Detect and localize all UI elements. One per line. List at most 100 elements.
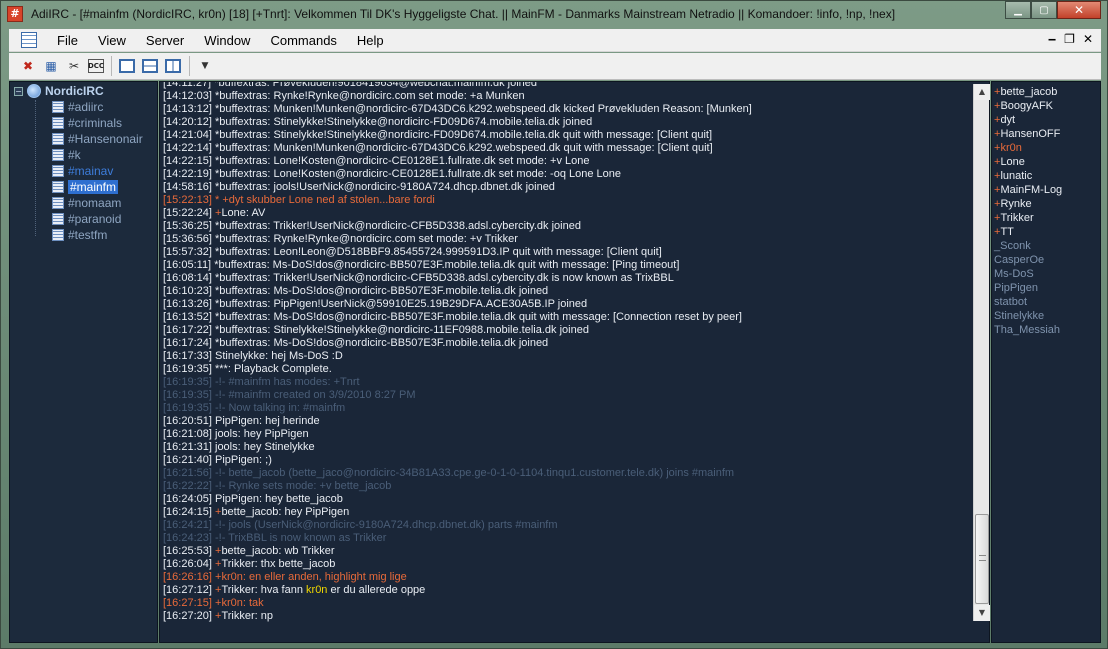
nick-label[interactable]: jools <box>215 428 238 440</box>
nicklist-item[interactable]: _Sconk <box>992 239 1100 253</box>
tree-channel-item[interactable]: #k <box>52 147 157 163</box>
nick-label[interactable]: +kr0n <box>215 571 243 583</box>
nicklist-item[interactable]: CasperOe <box>992 253 1100 267</box>
nick-label[interactable]: +Trikker <box>215 558 255 570</box>
scroll-up-icon[interactable]: ▲ <box>974 84 990 100</box>
chat-buffer[interactable]: [14:11:27] *buffextras: Prøvekluden!9018… <box>159 81 990 643</box>
nicklist-item[interactable]: +dyt <box>992 113 1100 127</box>
nick-label[interactable]: jools <box>215 441 238 453</box>
minimize-button[interactable]: ▁ <box>1005 1 1031 19</box>
nick-label[interactable]: PipPigen <box>215 454 259 466</box>
nicklist-item[interactable]: +Trikker <box>992 211 1100 225</box>
timestamp: [16:24:15] <box>163 506 212 518</box>
chat-line: [16:26:16] +kr0n: en eller anden, highli… <box>163 571 973 584</box>
tile-vertical-icon[interactable] <box>164 57 182 75</box>
timestamp: [16:21:56] <box>163 467 212 479</box>
menu-server[interactable]: Server <box>136 29 194 52</box>
toolbar: ✖ ▦ ✂ DCC ▼ <box>9 53 1101 80</box>
message-text: hey PipPigen <box>284 506 350 518</box>
menu-file[interactable]: File <box>47 29 88 52</box>
tree-network-nordicirc[interactable]: − NordicIRC <box>10 83 157 99</box>
nick-name: BoogyAFK <box>1000 100 1054 112</box>
mdi-restore-button[interactable]: ❐ <box>1064 32 1075 46</box>
options-icon[interactable]: ✂ <box>65 57 83 75</box>
timestamp: [16:10:23] <box>163 285 212 297</box>
nick-label[interactable]: +Trikker <box>215 610 255 622</box>
message-text: AV <box>251 207 266 219</box>
nick-label[interactable]: +kr0n <box>215 597 243 609</box>
tree-channel-item[interactable]: #Hansenonair <box>52 131 157 147</box>
nicklist-item[interactable]: PipPigen <box>992 281 1100 295</box>
nicklist-item[interactable]: +lunatic <box>992 169 1100 183</box>
menu-help[interactable]: Help <box>347 29 394 52</box>
cascade-icon[interactable] <box>118 57 136 75</box>
tree-channel-item[interactable]: #mainfm <box>52 179 157 195</box>
message-text: en eller anden, highlight mig lige <box>248 571 407 583</box>
nick-label[interactable]: +Lone <box>215 207 246 219</box>
nicklist-item[interactable]: +TT <box>992 225 1100 239</box>
close-button[interactable]: ✕ <box>1057 1 1101 19</box>
message-text: np <box>260 610 274 622</box>
mdi-minimize-button[interactable]: ‒ <box>1048 32 1056 46</box>
disconnect-icon[interactable]: ✖ <box>19 57 37 75</box>
dcc-icon[interactable]: DCC <box>88 59 104 73</box>
tree-channel-item[interactable]: #testfm <box>52 227 157 243</box>
message-text: ;) <box>265 454 272 466</box>
nick-label[interactable]: +Trikker <box>215 584 255 596</box>
chat-line: [14:22:19] *buffextras: Lone!Kosten@nord… <box>163 168 973 181</box>
nicklist-item[interactable]: +Rynke <box>992 197 1100 211</box>
tree-channel-item[interactable]: #criminals <box>52 115 157 131</box>
channel-window-icon[interactable] <box>21 32 37 48</box>
tree-channel-item[interactable]: #mainav <box>52 163 157 179</box>
scrollbar-thumb[interactable] <box>975 514 989 604</box>
channel-list-icon[interactable]: ▦ <box>42 57 60 75</box>
nick-label[interactable]: +bette_jacob <box>215 545 278 557</box>
nicklist-item[interactable]: +HansenOFF <box>992 127 1100 141</box>
menu-window[interactable]: Window <box>194 29 260 52</box>
nick-label[interactable]: Stinelykke <box>215 350 265 362</box>
nicklist-item[interactable]: +MainFM-Log <box>992 183 1100 197</box>
dropdown-icon[interactable]: ▼ <box>196 57 214 75</box>
title-bar[interactable]: # AdiIRC - [#mainfm (NordicIRC, kr0n) [1… <box>1 1 1107 27</box>
timestamp: [16:19:35] <box>163 402 212 414</box>
timestamp: [16:19:35] <box>163 376 212 388</box>
nicklist-item[interactable]: statbot <box>992 295 1100 309</box>
chat-line: [16:24:23] -!- TrixBBL is now known as T… <box>163 532 973 545</box>
scroll-down-icon[interactable]: ▼ <box>974 605 990 621</box>
nicklist-item[interactable]: Tha_Messiah <box>992 323 1100 337</box>
nick-label[interactable]: PipPigen <box>215 493 259 505</box>
message-text: *buffextras: Stinelykke!Stinelykke@nordi… <box>215 324 589 336</box>
channel-label: #mainav <box>68 164 114 178</box>
nicklist-item[interactable]: +Lone <box>992 155 1100 169</box>
chat-line: [16:05:11] *buffextras: Ms-DoS!dos@nordi… <box>163 259 973 272</box>
nicklist-item[interactable]: Stinelykke <box>992 309 1100 323</box>
message-text: -!- jools (UserNick@nordicirc-9180A724.d… <box>215 519 558 531</box>
message-text: -!- bette_jacob (bette_jaco@nordicirc-34… <box>215 467 735 479</box>
tree-channel-item[interactable]: #paranoid <box>52 211 157 227</box>
timestamp: [16:17:33] <box>163 350 212 362</box>
nick-name: bette_jacob <box>221 506 279 518</box>
menu-commands[interactable]: Commands <box>260 29 346 52</box>
message-text: *buffextras: jools!UserNick@nordicirc-91… <box>215 181 555 193</box>
nicklist-item[interactable]: +bette_jacob <box>992 85 1100 99</box>
chat-line: [15:22:13] * +dyt skubber Lone ned af st… <box>163 194 973 207</box>
app-logo-icon[interactable]: # <box>7 6 23 22</box>
nicklist-item[interactable]: +BoogyAFK <box>992 99 1100 113</box>
timestamp: [15:22:24] <box>163 207 212 219</box>
chat-line: [15:22:24] +Lone: AV <box>163 207 973 220</box>
collapse-icon[interactable]: − <box>14 86 23 96</box>
toolbar-separator <box>189 56 190 76</box>
menu-view[interactable]: View <box>88 29 136 52</box>
tree-channel-item[interactable]: #nomaam <box>52 195 157 211</box>
mdi-controls: ‒ ❐ ✕ <box>1048 32 1093 46</box>
nick-label[interactable]: PipPigen <box>215 415 259 427</box>
timestamp: [16:21:40] <box>163 454 212 466</box>
nick-label[interactable]: +bette_jacob <box>215 506 278 518</box>
maximize-button[interactable]: ▢ <box>1031 1 1057 19</box>
tile-horizontal-icon[interactable] <box>141 57 159 75</box>
chat-scrollbar[interactable]: ▲ ▼ <box>973 84 990 621</box>
mdi-close-button[interactable]: ✕ <box>1083 32 1093 46</box>
nicklist-item[interactable]: Ms-DoS <box>992 267 1100 281</box>
nicklist-item[interactable]: +kr0n <box>992 141 1100 155</box>
tree-channel-item[interactable]: #adiirc <box>52 99 157 115</box>
